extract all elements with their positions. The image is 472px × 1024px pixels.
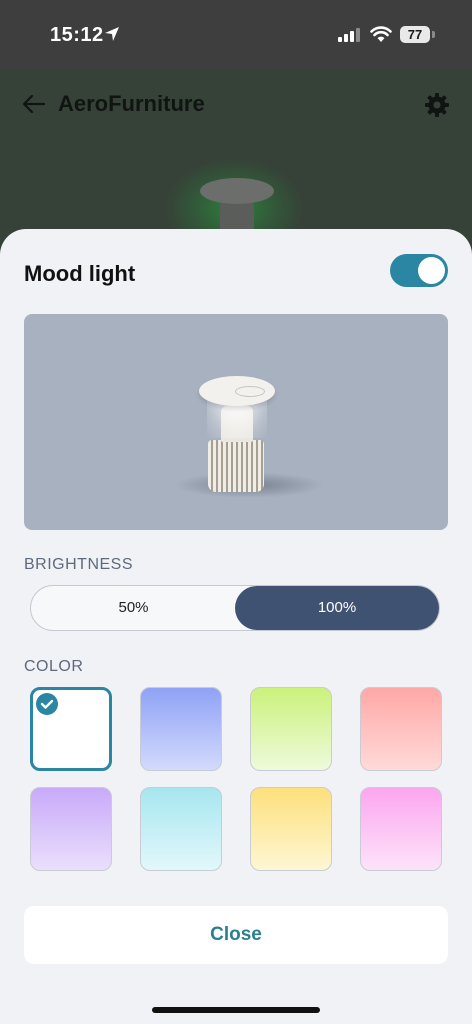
color-swatch-white[interactable]	[30, 687, 112, 771]
brightness-option-50[interactable]: 50%	[31, 586, 236, 630]
brightness-option-100[interactable]: 100%	[235, 586, 439, 630]
brightness-selector: 50% 100%	[30, 585, 440, 631]
mood-light-sheet: Mood light BRIGHTNESS 50% 100% COLOR Clo…	[0, 229, 472, 1024]
product-preview-image	[24, 314, 448, 530]
battery-level: 77	[407, 27, 423, 42]
mood-light-toggle[interactable]	[390, 254, 448, 287]
color-swatch-cyan[interactable]	[140, 787, 222, 871]
toggle-knob	[418, 257, 445, 284]
battery-tip	[432, 31, 435, 38]
app-title: AeroFurniture	[58, 91, 205, 116]
color-swatch-pink[interactable]	[360, 787, 442, 871]
gear-icon[interactable]	[424, 92, 450, 118]
brightness-label: BRIGHTNESS	[24, 556, 134, 573]
cellular-signal-icon	[338, 28, 360, 42]
arrow-left-icon[interactable]	[22, 92, 46, 116]
sheet-title: Mood light	[24, 261, 136, 286]
color-label: COLOR	[24, 658, 84, 675]
battery-icon: 77	[400, 26, 430, 43]
status-time: 15:12	[50, 24, 104, 46]
color-swatch-yellow[interactable]	[250, 787, 332, 871]
color-swatch-red[interactable]	[360, 687, 442, 771]
color-swatch-blue[interactable]	[140, 687, 222, 771]
close-button[interactable]: Close	[24, 906, 448, 964]
color-swatch-green[interactable]	[250, 687, 332, 771]
location-arrow-icon	[105, 27, 119, 41]
home-indicator	[152, 1007, 320, 1013]
status-bar: 15:12 77	[0, 0, 472, 70]
color-swatch-purple[interactable]	[30, 787, 112, 871]
wifi-icon	[370, 26, 392, 42]
checkmark-icon	[36, 693, 58, 715]
